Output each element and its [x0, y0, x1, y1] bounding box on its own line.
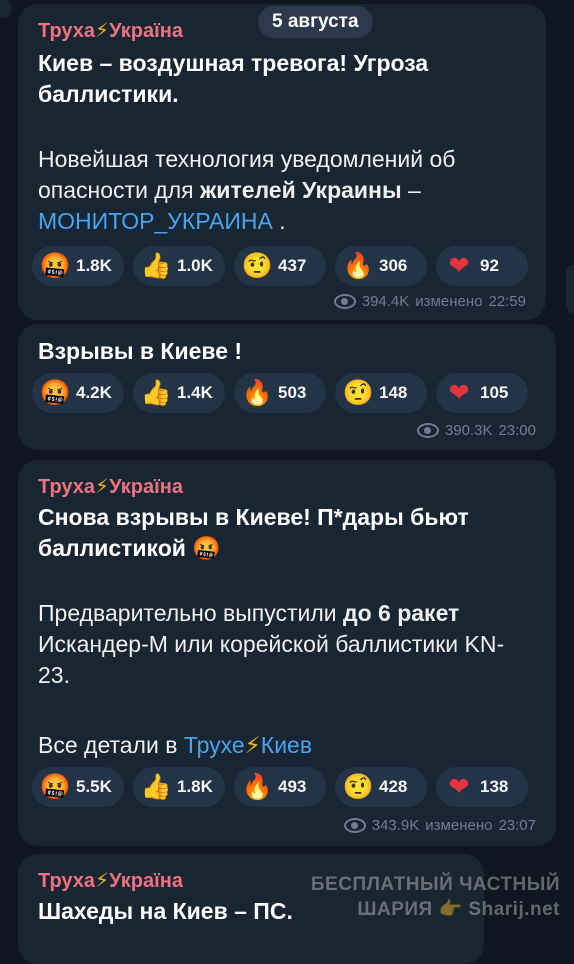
heart-icon: ❤	[448, 772, 470, 801]
lightning-icon: ⚡	[95, 20, 110, 42]
edited-label: изменено	[425, 817, 493, 834]
fire-icon: 🔥	[241, 772, 273, 801]
reaction-count: 1.8K	[76, 256, 112, 275]
left-edge-fragment	[0, 0, 12, 18]
view-count: 343.9K	[371, 817, 420, 834]
reaction-count: 148	[379, 383, 408, 402]
body-text: Все детали в	[38, 732, 184, 758]
fire-icon: 🔥	[241, 378, 273, 407]
cursing-face-icon: 🤬	[39, 772, 71, 801]
cursing-face-icon: 🤬	[39, 378, 71, 407]
heart-icon: ❤	[448, 378, 470, 407]
eye-icon	[333, 294, 356, 309]
channel-name[interactable]: Труха⚡Україна	[38, 18, 183, 43]
reactions-bar: 🤬 1.8K 👍 1.0K 🤨 437 🔥 306 ❤ 92	[32, 246, 528, 286]
thumbs-up-icon: 👍	[140, 251, 172, 280]
watermark-site: Sharij.net	[468, 899, 560, 920]
reaction-count: 306	[379, 256, 408, 275]
raised-eyebrow-face-icon: 🤨	[241, 251, 273, 280]
monitor-link[interactable]: МОНИТОР_УКРАИНА	[38, 208, 273, 234]
channel-name[interactable]: Труха⚡Україна	[38, 868, 183, 893]
reaction-count: 493	[278, 777, 307, 796]
lightning-icon: ⚡	[95, 476, 110, 498]
title-text: Снова взрывы в Киеве! П*дары бьют баллис…	[38, 504, 469, 561]
message-title: Шахеды на Киев – ПС.	[38, 898, 293, 924]
reaction-count: 1.0K	[177, 256, 213, 275]
reaction-heart[interactable]: ❤ 92	[436, 246, 528, 286]
edited-label: изменено	[415, 293, 483, 310]
cursing-face-icon: 🤬	[192, 535, 221, 561]
view-count: 390.3K	[444, 422, 493, 439]
watermark-line1: БЕСПЛАТНЫЙ ЧАСТНЫЙ	[310, 874, 560, 895]
message-body: Предварительно выпустили до 6 ракет Иска…	[38, 598, 528, 691]
watermark-line2: ШАРИЯ 👉 Sharij.net	[311, 897, 560, 922]
reaction-fire[interactable]: 🔥 306	[335, 246, 427, 286]
message-time: 23:07	[498, 817, 536, 834]
reaction-count: 105	[480, 383, 509, 402]
reaction-count: 437	[278, 256, 307, 275]
message-meta: 343.9K изменено 23:07	[343, 817, 536, 834]
cursing-face-icon: 🤬	[39, 251, 71, 280]
message-bubble: Труха⚡Україна Киев – воздушная тревога! …	[18, 4, 546, 320]
message-body-details: Все детали в Трухе⚡Киев	[38, 730, 528, 761]
lightning-icon: ⚡	[95, 870, 110, 892]
body-text: .	[272, 208, 286, 234]
kiev-channel-link[interactable]: Трухе⚡Киев	[184, 732, 312, 758]
reaction-raised-eyebrow[interactable]: 🤨 148	[335, 373, 427, 413]
reaction-cursing[interactable]: 🤬 4.2K	[32, 373, 124, 413]
reaction-raised-eyebrow[interactable]: 🤨 428	[335, 767, 427, 807]
message-bubble: Взрывы в Киеве ! 🤬 4.2K 👍 1.4K 🔥 503 🤨 148 ❤…	[18, 324, 556, 450]
lightning-icon: ⚡	[244, 732, 261, 758]
reactions-bar: 🤬 4.2K 👍 1.4K 🔥 503 🤨 148 ❤ 105	[32, 373, 528, 413]
date-divider: 5 августа	[258, 6, 373, 38]
reaction-count: 503	[278, 383, 307, 402]
reaction-thumbs-up[interactable]: 👍 1.4K	[133, 373, 225, 413]
right-edge-fragment	[566, 265, 574, 313]
reaction-count: 1.8K	[177, 777, 213, 796]
message-title: Снова взрывы в Киеве! П*дары бьют баллис…	[38, 502, 508, 564]
eye-icon	[343, 818, 366, 833]
thumbs-up-icon: 👍	[140, 772, 172, 801]
reaction-count: 1.4K	[177, 383, 213, 402]
body-text: Искандер-М или корейской баллистики KN-2…	[38, 631, 505, 688]
message-bubble: Труха⚡Україна Снова взрывы в Киеве! П*да…	[18, 460, 556, 846]
body-text: Предварительно выпустили	[38, 600, 343, 626]
reaction-count: 138	[480, 777, 509, 796]
watermark: БЕСПЛАТНЫЙ ЧАСТНЫЙ ШАРИЯ 👉 Sharij.net	[311, 872, 560, 922]
reaction-raised-eyebrow[interactable]: 🤨 437	[234, 246, 326, 286]
reaction-count: 4.2K	[76, 383, 112, 402]
reaction-count: 428	[379, 777, 408, 796]
pointing-hand-icon: 👉	[438, 899, 463, 920]
reaction-heart[interactable]: ❤ 138	[436, 767, 528, 807]
body-bold: до 6 ракет	[343, 600, 460, 626]
raised-eyebrow-face-icon: 🤨	[342, 378, 374, 407]
reaction-heart[interactable]: ❤ 105	[436, 373, 528, 413]
reaction-cursing[interactable]: 🤬 1.8K	[32, 246, 124, 286]
message-time: 22:59	[488, 293, 526, 310]
heart-icon: ❤	[448, 251, 470, 280]
body-text: –	[401, 177, 421, 203]
message-meta: 394.4K изменено 22:59	[333, 293, 526, 310]
fire-icon: 🔥	[342, 251, 374, 280]
thumbs-up-icon: 👍	[140, 378, 172, 407]
message-meta: 390.3K 23:00	[416, 422, 536, 439]
eye-icon	[416, 423, 439, 438]
body-bold: жителей Украины	[200, 177, 402, 203]
reaction-cursing[interactable]: 🤬 5.5K	[32, 767, 124, 807]
message-time: 23:00	[498, 422, 536, 439]
channel-name[interactable]: Труха⚡Україна	[38, 474, 183, 499]
reaction-count: 5.5K	[76, 777, 112, 796]
reaction-count: 92	[480, 256, 499, 275]
watermark-name: ШАРИЯ	[357, 899, 433, 920]
message-title: Взрывы в Киеве !	[38, 338, 243, 364]
message-title: Киев – воздушная тревога! Угроза баллист…	[38, 50, 429, 107]
message-body: Новейшая технология уведомлений об опасн…	[38, 144, 528, 237]
reaction-fire[interactable]: 🔥 503	[234, 373, 326, 413]
reaction-fire[interactable]: 🔥 493	[234, 767, 326, 807]
reaction-thumbs-up[interactable]: 👍 1.0K	[133, 246, 225, 286]
raised-eyebrow-face-icon: 🤨	[342, 772, 374, 801]
reaction-thumbs-up[interactable]: 👍 1.8K	[133, 767, 225, 807]
reactions-bar: 🤬 5.5K 👍 1.8K 🔥 493 🤨 428 ❤ 138	[32, 767, 528, 807]
view-count: 394.4K	[361, 293, 410, 310]
